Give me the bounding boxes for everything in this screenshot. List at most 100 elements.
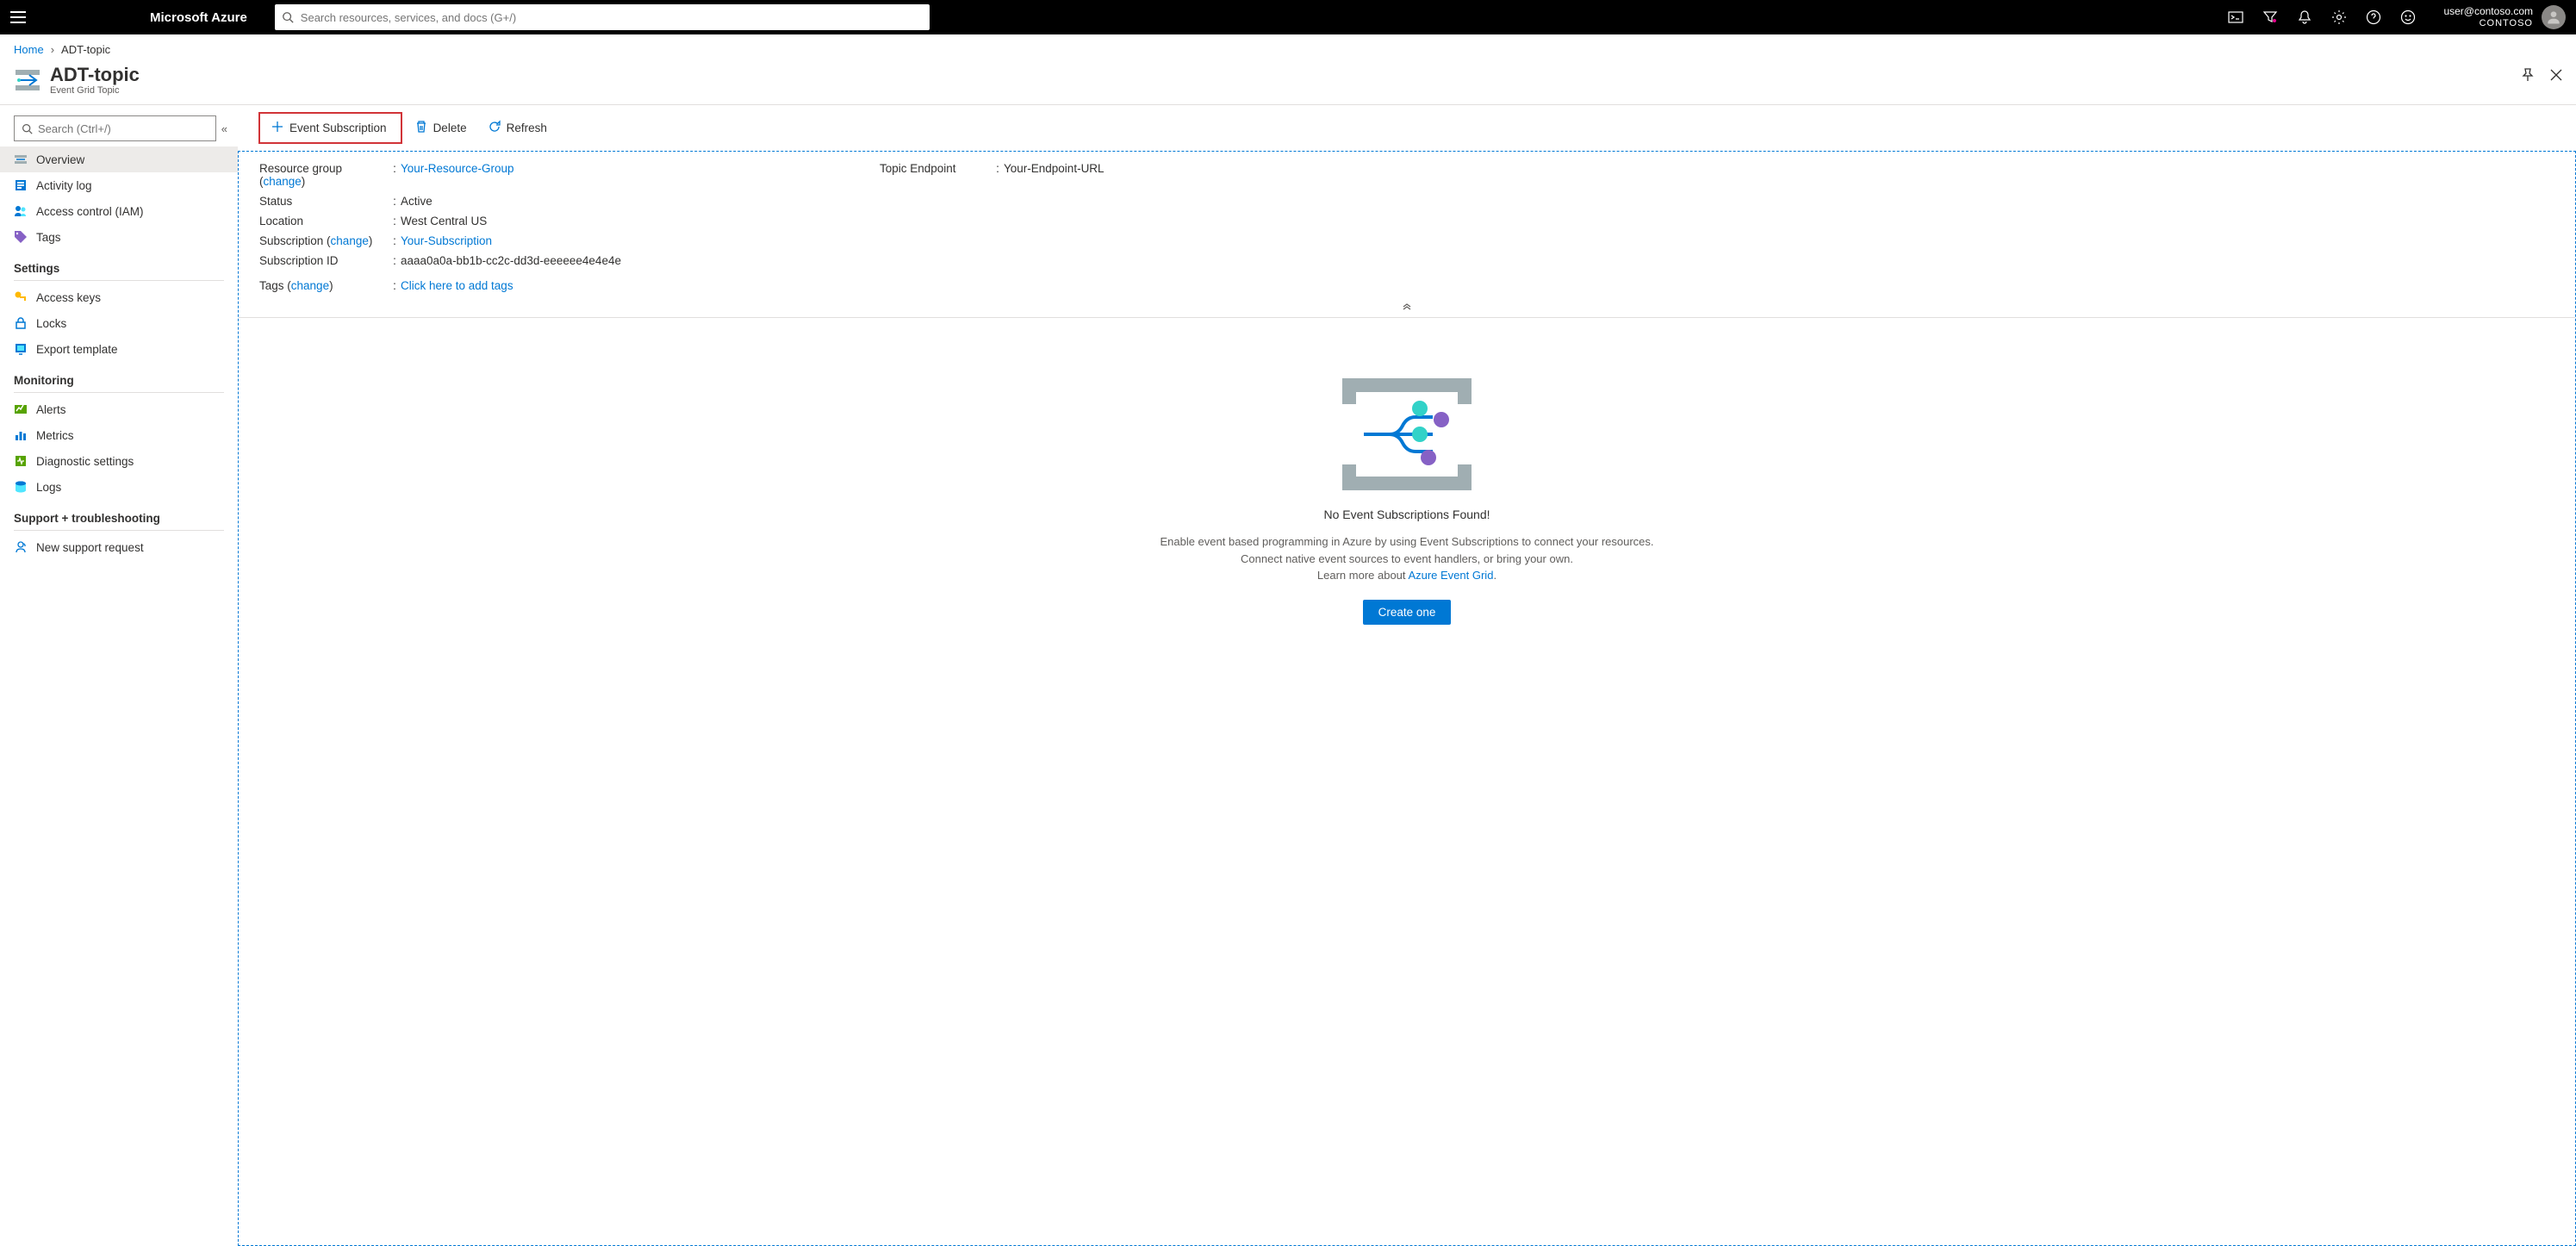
content-area: Resource group (change) : Your-Resource-… <box>238 151 2576 1246</box>
empty-description: Enable event based programming in Azure … <box>1160 533 1653 584</box>
nav-overview[interactable]: Overview <box>0 146 238 172</box>
subscription-value[interactable]: Your-Subscription <box>401 234 492 247</box>
nav-tags[interactable]: Tags <box>0 224 238 250</box>
cloud-shell-icon[interactable] <box>2228 9 2243 25</box>
main-pane: Event Subscription Delete Refresh Resour… <box>238 105 2576 1246</box>
button-label: Event Subscription <box>289 121 387 134</box>
resource-subtitle: Event Grid Topic <box>50 85 140 96</box>
search-icon <box>282 11 294 23</box>
button-label: Delete <box>433 121 467 134</box>
nav-activity-log[interactable]: Activity log <box>0 172 238 198</box>
delete-button[interactable]: Delete <box>406 115 476 140</box>
nav-label: Logs <box>36 481 61 494</box>
export-template-icon <box>14 342 28 356</box>
directory-filter-icon[interactable] <box>2262 9 2278 25</box>
nav-export-template[interactable]: Export template <box>0 336 238 362</box>
nav-metrics[interactable]: Metrics <box>0 422 238 448</box>
topbar: Microsoft Azure user@contoso.com CONTOSO <box>0 0 2576 34</box>
global-search[interactable] <box>275 4 930 30</box>
nav-label: Access control (IAM) <box>36 205 144 218</box>
support-icon <box>14 540 28 554</box>
collapse-sidebar-icon[interactable]: « <box>221 122 227 135</box>
nav-label: Overview <box>36 153 84 166</box>
nav-alerts[interactable]: Alerts <box>0 396 238 422</box>
breadcrumb-home[interactable]: Home <box>14 43 44 56</box>
nav-access-keys[interactable]: Access keys <box>0 284 238 310</box>
status-value: Active <box>401 195 432 208</box>
nav-locks[interactable]: Locks <box>0 310 238 336</box>
nav-label: Activity log <box>36 179 92 192</box>
breadcrumb-current: ADT-topic <box>61 43 110 56</box>
empty-title: No Event Subscriptions Found! <box>1324 508 1490 521</box>
tags-icon <box>14 230 28 244</box>
hamburger-menu[interactable] <box>10 9 28 26</box>
change-subscription[interactable]: change <box>331 234 369 247</box>
refresh-icon <box>488 120 501 136</box>
access-control-icon <box>14 204 28 218</box>
chevron-right-icon: › <box>51 43 54 56</box>
nav-access-control[interactable]: Access control (IAM) <box>0 198 238 224</box>
change-resource-group[interactable]: change <box>264 175 302 188</box>
create-one-button[interactable]: Create one <box>1363 600 1452 625</box>
plus-icon <box>271 120 284 136</box>
chevron-up-double-icon <box>1402 301 1412 311</box>
empty-state: No Event Subscriptions Found! Enable eve… <box>239 318 2575 1245</box>
resource-group-value[interactable]: Your-Resource-Group <box>401 162 514 175</box>
settings-icon[interactable] <box>2331 9 2347 25</box>
resource-group-label: Resource group (change) <box>259 162 389 188</box>
nav-label: Diagnostic settings <box>36 455 134 468</box>
section-monitoring: Monitoring <box>0 362 238 396</box>
subscription-id-label: Subscription ID <box>259 254 389 267</box>
logs-icon <box>14 480 28 494</box>
resource-title: ADT-topic <box>50 65 140 85</box>
refresh-button[interactable]: Refresh <box>479 115 556 140</box>
delete-icon <box>414 120 428 136</box>
status-label: Status <box>259 195 389 208</box>
nav-new-support[interactable]: New support request <box>0 534 238 560</box>
tenant-name: CONTOSO <box>2443 18 2533 29</box>
search-icon <box>22 123 33 134</box>
section-support: Support + troubleshooting <box>0 500 238 534</box>
subscription-id-value: aaaa0a0a-bb1b-cc2c-dd3d-eeeeee4e4e4e <box>401 254 621 267</box>
subscription-label: Subscription (change) <box>259 234 389 247</box>
sidebar-search[interactable] <box>14 115 216 141</box>
location-value: West Central US <box>401 215 487 227</box>
event-grid-illustration <box>1342 378 1472 490</box>
nav-label: Alerts <box>36 403 66 416</box>
sidebar-search-input[interactable] <box>38 122 208 135</box>
overview-icon <box>14 153 28 166</box>
diagnostic-icon <box>14 454 28 468</box>
notifications-icon[interactable] <box>2297 9 2312 25</box>
collapse-essentials[interactable] <box>239 299 2575 318</box>
breadcrumb: Home › ADT-topic <box>0 34 2576 61</box>
add-tags-link[interactable]: Click here to add tags <box>401 279 513 292</box>
alerts-icon <box>14 402 28 416</box>
change-tags[interactable]: change <box>291 279 329 292</box>
topic-endpoint-label: Topic Endpoint <box>880 162 992 175</box>
brand-label: Microsoft Azure <box>150 10 247 25</box>
nav-diagnostic[interactable]: Diagnostic settings <box>0 448 238 474</box>
essentials: Resource group (change) : Your-Resource-… <box>239 152 2575 299</box>
close-icon[interactable] <box>2550 69 2562 84</box>
pin-icon[interactable] <box>2521 68 2535 84</box>
help-icon[interactable] <box>2366 9 2381 25</box>
toolbar: Event Subscription Delete Refresh <box>238 105 2576 151</box>
resource-header: ADT-topic Event Grid Topic <box>0 61 2576 105</box>
section-settings: Settings <box>0 250 238 284</box>
nav-label: Metrics <box>36 429 74 442</box>
user-block[interactable]: user@contoso.com CONTOSO <box>2443 5 2566 29</box>
lock-icon <box>14 316 28 330</box>
nav-logs[interactable]: Logs <box>0 474 238 500</box>
event-subscription-button[interactable]: Event Subscription <box>262 115 395 140</box>
nav-label: Locks <box>36 317 66 330</box>
azure-event-grid-link[interactable]: Azure Event Grid <box>1408 569 1493 582</box>
highlight-box: Event Subscription <box>258 112 402 144</box>
user-email: user@contoso.com <box>2443 6 2533 18</box>
sidebar: « Overview Activity log Access control (… <box>0 105 238 1246</box>
global-search-input[interactable] <box>301 11 923 24</box>
nav-label: New support request <box>36 541 144 554</box>
body: « Overview Activity log Access control (… <box>0 105 2576 1246</box>
feedback-icon[interactable] <box>2400 9 2416 25</box>
location-label: Location <box>259 215 389 227</box>
avatar[interactable] <box>2542 5 2566 29</box>
